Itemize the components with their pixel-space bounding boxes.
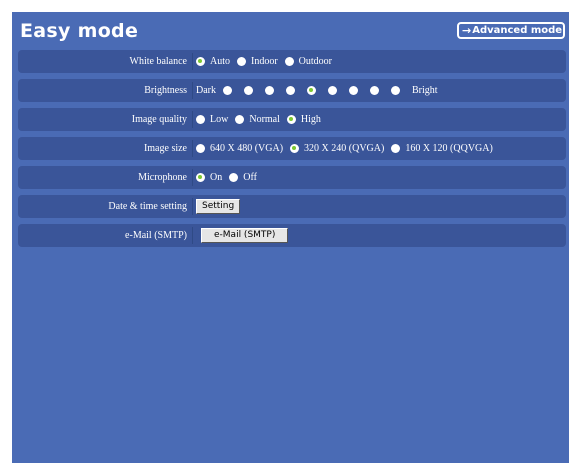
microphone-option-off[interactable]: Off — [229, 172, 257, 183]
white-balance-row: White balance Auto Indoor Outdoor — [18, 50, 566, 73]
radio-button-icon[interactable] — [235, 115, 245, 124]
date-time-row: Date & time setting Setting — [18, 195, 566, 218]
email-smtp-button[interactable]: e-Mail (SMTP) — [201, 228, 289, 243]
date-time-label: Date & time setting — [108, 201, 187, 212]
image-size-row: Image size 640 X 480 (VGA) 320 X 240 (QVG… — [18, 137, 566, 160]
white-balance-option-outdoor[interactable]: Outdoor — [284, 56, 333, 67]
brightness-label: Brightness — [144, 85, 187, 96]
radio-button-icon[interactable] — [229, 173, 239, 182]
image-size-option-320-x-240-qvga[interactable]: 320 X 240 (QVGA) — [290, 143, 384, 154]
radio-button-icon[interactable] — [196, 173, 205, 182]
row-divider — [192, 53, 193, 70]
brightness-level-8-radio[interactable] — [370, 86, 379, 95]
brightness-level-1-radio[interactable] — [223, 86, 232, 95]
brightness-level-6-radio[interactable] — [328, 86, 337, 95]
email-label: e-Mail (SMTP) — [125, 230, 187, 241]
page-title: Easy mode — [20, 20, 139, 42]
email-row: e-Mail (SMTP) e-Mail (SMTP) — [18, 224, 566, 247]
row-divider — [192, 82, 193, 99]
brightness-max-label: Bright — [412, 85, 438, 96]
radio-button-icon[interactable] — [196, 144, 205, 153]
white-balance-option-label: Indoor — [251, 56, 278, 67]
row-divider — [192, 140, 193, 157]
advanced-mode-label: Advanced mode — [472, 25, 563, 36]
row-divider — [192, 169, 193, 186]
image-quality-option-high[interactable]: High — [286, 114, 321, 125]
microphone-option-label: On — [210, 172, 223, 183]
image-quality-option-label: High — [300, 114, 321, 125]
radio-button-icon[interactable] — [290, 144, 300, 153]
white-balance-option-label: Auto — [210, 56, 230, 67]
advanced-mode-button[interactable]: → Advanced mode — [457, 22, 565, 39]
brightness-level-7-radio[interactable] — [349, 86, 358, 95]
brightness-level-2-radio[interactable] — [244, 86, 253, 95]
row-divider — [192, 111, 193, 128]
row-divider — [192, 198, 193, 215]
email-controls: e-Mail (SMTP) — [196, 224, 289, 247]
brightness-level-4-radio[interactable] — [286, 86, 295, 95]
radio-button-icon[interactable] — [196, 115, 205, 124]
row-divider — [192, 227, 193, 244]
white-balance-option-label: Outdoor — [298, 56, 333, 67]
radio-button-icon[interactable] — [237, 57, 246, 66]
image-size-options: 640 X 480 (VGA) 320 X 240 (QVGA) 160 X 120… — [196, 137, 500, 160]
date-time-setting-button[interactable]: Setting — [196, 199, 241, 214]
image-quality-option-low[interactable]: Low — [196, 114, 228, 125]
white-balance-options: Auto Indoor Outdoor — [196, 50, 339, 73]
microphone-label: Microphone — [138, 172, 187, 183]
image-quality-option-label: Normal — [249, 114, 280, 125]
white-balance-label: White balance — [129, 56, 187, 67]
microphone-option-label: Off — [243, 172, 257, 183]
image-quality-label: Image quality — [131, 114, 187, 125]
image-size-option-label: 640 X 480 (VGA) — [210, 143, 284, 154]
microphone-row: Microphone On Off — [18, 166, 566, 189]
brightness-level-9-radio[interactable] — [391, 86, 400, 95]
radio-button-icon[interactable] — [196, 57, 205, 66]
easy-mode-panel: Easy mode → Advanced mode White balance … — [12, 12, 569, 463]
white-balance-option-auto[interactable]: Auto — [196, 56, 230, 67]
brightness-level-5-radio[interactable] — [307, 86, 316, 95]
date-time-controls: Setting — [196, 195, 241, 218]
image-size-option-640-x-480-vga[interactable]: 640 X 480 (VGA) — [196, 143, 283, 154]
image-quality-options: Low Normal High — [196, 108, 328, 131]
brightness-options: Dark Bright — [196, 79, 438, 102]
brightness-level-3-radio[interactable] — [265, 86, 274, 95]
image-quality-option-normal[interactable]: Normal — [235, 114, 280, 125]
brightness-min-label: Dark — [196, 85, 216, 96]
image-quality-row: Image quality Low Normal High — [18, 108, 566, 131]
arrow-right-icon: → — [462, 24, 472, 37]
microphone-option-on[interactable]: On — [196, 172, 222, 183]
radio-button-icon[interactable] — [284, 57, 294, 66]
image-size-option-label: 320 X 240 (QVGA) — [304, 143, 385, 154]
image-size-label: Image size — [143, 143, 187, 154]
radio-button-icon[interactable] — [286, 115, 296, 124]
brightness-row: Brightness Dark Bright — [18, 79, 566, 102]
image-size-option-160-x-120-qqvga[interactable]: 160 X 120 (QQVGA) — [391, 143, 493, 154]
white-balance-option-indoor[interactable]: Indoor — [237, 56, 278, 67]
image-size-option-label: 160 X 120 (QQVGA) — [405, 143, 493, 154]
brightness-levels — [222, 86, 411, 95]
microphone-options: On Off — [196, 166, 264, 189]
image-quality-option-label: Low — [210, 114, 229, 125]
radio-button-icon[interactable] — [391, 144, 401, 153]
